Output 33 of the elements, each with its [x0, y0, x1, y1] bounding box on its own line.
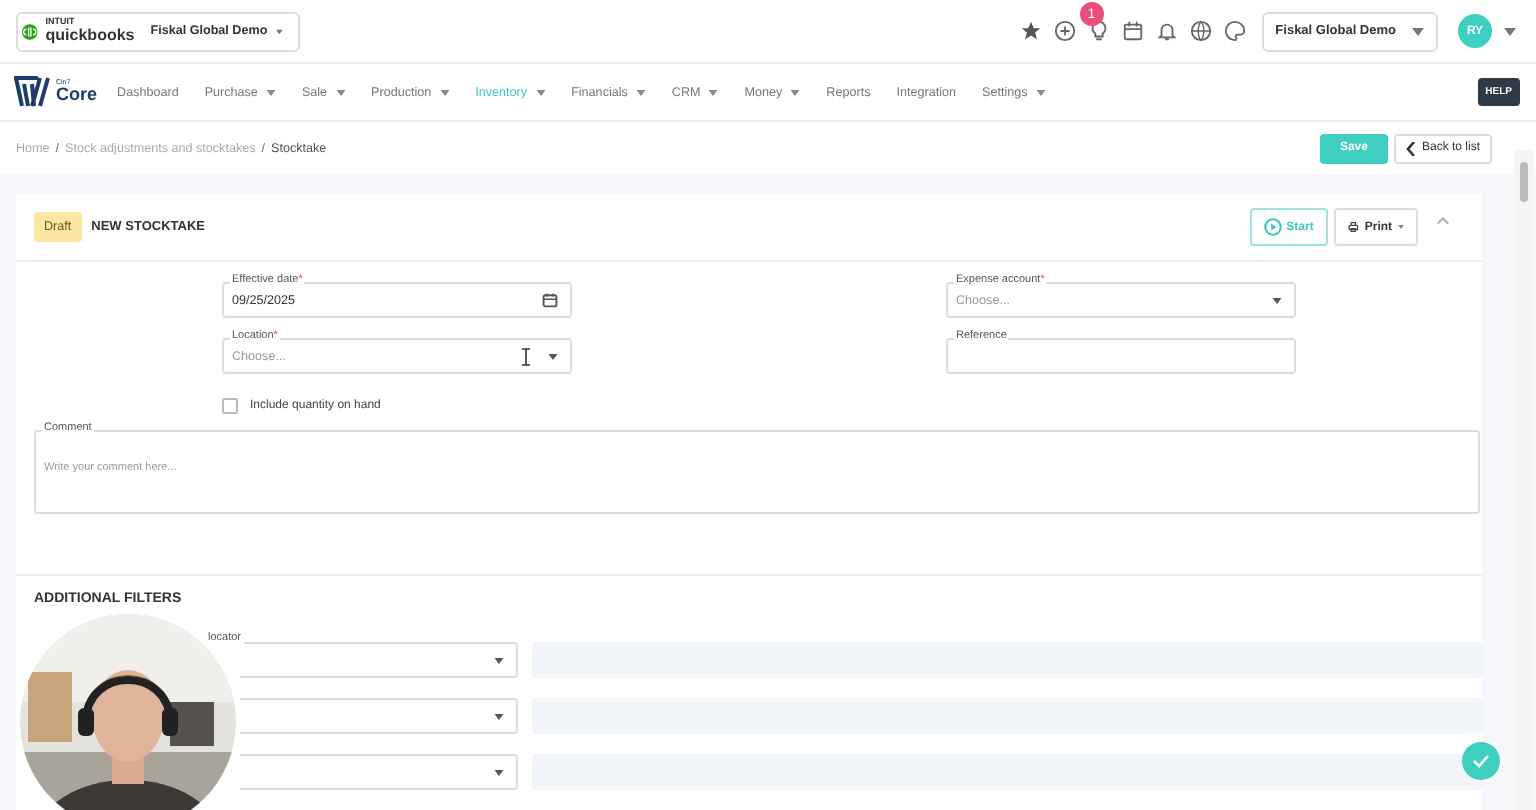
caret-icon — [1272, 297, 1282, 303]
filter-select[interactable] — [239, 642, 518, 678]
caret-icon — [493, 769, 504, 775]
palette-icon[interactable] — [1223, 20, 1246, 42]
scrollbar[interactable] — [1514, 150, 1534, 810]
logo-icon — [12, 74, 52, 110]
star-icon[interactable] — [1019, 20, 1042, 42]
caret-icon — [1398, 224, 1404, 230]
add-icon[interactable] — [1053, 20, 1076, 42]
caret-icon — [1412, 27, 1424, 35]
bell-icon[interactable] — [1155, 20, 1178, 42]
calendar-icon[interactable] — [542, 292, 558, 308]
collapse-icon[interactable] — [1436, 216, 1450, 226]
filter-input[interactable] — [531, 754, 1482, 790]
brand-name: quickbooks — [45, 27, 135, 44]
text-cursor-icon — [522, 347, 530, 365]
caret-icon — [493, 657, 504, 663]
filter-select[interactable] — [239, 698, 518, 734]
caret-icon[interactable] — [1504, 27, 1516, 35]
check-button[interactable] — [1462, 742, 1500, 780]
check-icon — [1472, 754, 1490, 768]
logo-wordmark: Core — [56, 86, 98, 105]
caret-icon — [548, 353, 558, 359]
globe-icon[interactable] — [1189, 20, 1212, 42]
caret-icon — [493, 713, 504, 719]
lightbulb-icon[interactable] — [1087, 20, 1110, 42]
filter-select[interactable] — [239, 754, 518, 790]
printer-icon — [1348, 218, 1359, 236]
caret-icon — [275, 27, 282, 35]
checkbox[interactable] — [222, 398, 238, 414]
chevron-left-icon — [1405, 141, 1416, 155]
play-icon — [1264, 218, 1283, 236]
calendar-icon[interactable] — [1121, 20, 1144, 42]
